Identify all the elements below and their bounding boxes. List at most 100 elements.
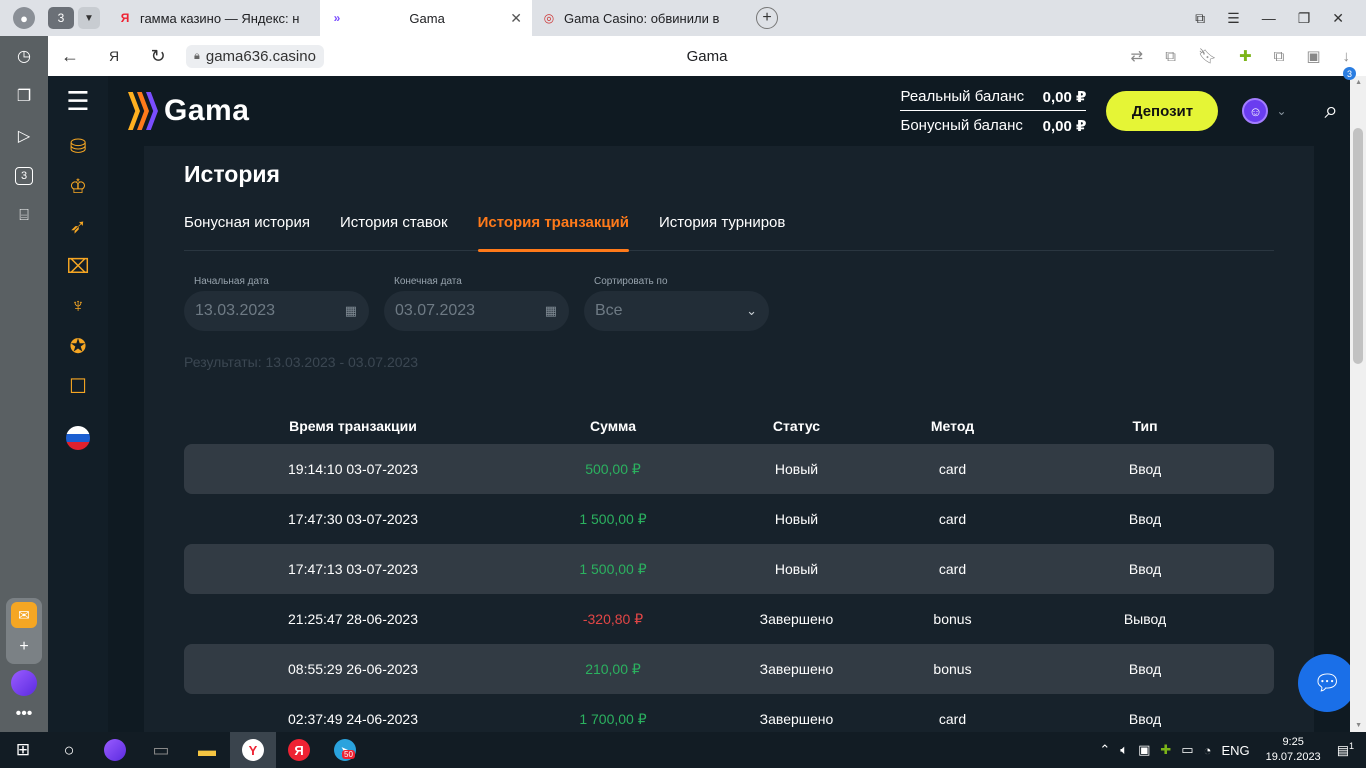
scroll-up-icon[interactable]: ▲: [1355, 79, 1362, 86]
table-row: 08:55:29 26-06-2023 210,00 ₽ Завершено b…: [184, 644, 1274, 694]
search-circle-icon[interactable]: ○: [46, 732, 92, 768]
tabs-count-icon[interactable]: 3: [0, 156, 48, 196]
history-panel: История Бонусная история История ставок …: [144, 146, 1314, 732]
deposit-button[interactable]: Депозит: [1106, 91, 1219, 131]
system-clock[interactable]: 9:25 19.07.2023: [1266, 735, 1321, 765]
gama-favicon-icon: »: [333, 11, 341, 25]
tab-title: гамма казино — Яндекс: н: [140, 10, 300, 26]
tab-tournament-history[interactable]: История турниров: [659, 201, 785, 251]
browser-tab-gama[interactable]: » Gama ✕: [320, 0, 532, 36]
browser-sidebar: ◷ ❐ ▷ 3 ⌸ ✉ + •••: [0, 36, 48, 732]
gift-icon[interactable]: ⌧: [48, 246, 108, 286]
back-arrow-icon[interactable]: ←: [48, 46, 92, 67]
trophy-icon[interactable]: ♆: [48, 286, 108, 326]
user-menu-button[interactable]: ☺ ⌄: [1242, 98, 1287, 124]
yandex-browser-taskbar-icon[interactable]: Y: [230, 732, 276, 768]
language-flag-icon[interactable]: [66, 426, 90, 450]
battery-icon[interactable]: ▭: [1181, 742, 1193, 758]
download-icon[interactable]: ↓: [1343, 48, 1351, 65]
rocket-icon[interactable]: ➶: [48, 206, 108, 246]
browser-tab-article[interactable]: ◎ Gama Casino: обвинили в: [532, 0, 744, 36]
column-header: Статус: [772, 418, 821, 434]
gama-logo[interactable]: Gama: [128, 92, 249, 130]
tab-group[interactable]: 3 ▼: [48, 7, 100, 29]
sort-select[interactable]: Все ⌄: [584, 291, 769, 331]
casino-chips-icon[interactable]: ⛁: [48, 126, 108, 166]
menu-burger-icon[interactable]: ☰: [48, 76, 108, 126]
tray-app-icon[interactable]: ✚: [1160, 742, 1171, 758]
user-profile-icon: ●: [13, 7, 35, 29]
table-row: 17:47:30 03-07-2023 1 500,00 ₽ Новый car…: [288, 510, 1162, 528]
page-title: История: [184, 161, 280, 187]
start-date-field[interactable]: 13.03.2023 ▦: [184, 291, 369, 331]
tab-bet-history[interactable]: История ставок: [340, 201, 448, 251]
bookmark-icon[interactable]: 🔖︎: [1198, 47, 1217, 65]
input-language[interactable]: ENG: [1221, 743, 1249, 758]
crown-icon[interactable]: ♔: [48, 166, 108, 206]
minimize-icon[interactable]: —: [1262, 10, 1276, 26]
chat-bot-icon[interactable]: ☐: [48, 366, 108, 406]
restore-icon[interactable]: ❐: [1298, 10, 1311, 27]
real-balance: Реальный баланс 0,00 ₽: [900, 86, 1087, 111]
close-window-icon[interactable]: ✕: [1332, 10, 1344, 27]
browser-tab-bar: ● 3 ▼ Я гамма казино — Яндекс: н » Gama …: [0, 0, 1366, 36]
search-icon[interactable]: ⌕: [1325, 97, 1338, 125]
browser-tab-search[interactable]: Я гамма казино — Яндекс: н: [108, 0, 320, 36]
tab-bonus-history[interactable]: Бонусная история: [184, 201, 310, 251]
url-text: gama636.casino: [205, 47, 316, 65]
calendar-icon: ▦: [344, 303, 357, 318]
yandex-home-icon[interactable]: Я: [92, 48, 136, 64]
telegram-taskbar-icon[interactable]: ➤ 50: [322, 732, 368, 768]
yandex-taskbar-icon[interactable]: Я: [276, 732, 322, 768]
bookmarks-panel-icon[interactable]: ⧉: [1195, 10, 1205, 27]
wifi-icon[interactable]: ◔: [1204, 743, 1212, 758]
scroll-down-icon[interactable]: ▼: [1355, 722, 1362, 729]
file-explorer-icon[interactable]: ▬: [184, 732, 230, 768]
page-scrollbar[interactable]: ▲ ▼: [1350, 76, 1366, 732]
more-icon[interactable]: •••: [0, 702, 48, 726]
award-icon[interactable]: ✪: [48, 326, 108, 366]
tray-chevron-up-icon[interactable]: ⌃: [1099, 742, 1110, 758]
site-sidebar: ☰ ⛁ ♔ ➶ ⌧ ♆ ✪ ☐: [48, 76, 108, 732]
alice-assistant-icon[interactable]: [11, 670, 37, 696]
end-date-field[interactable]: 03.07.2023 ▦: [384, 291, 569, 331]
logo-chevrons-icon: [128, 92, 160, 130]
camera-icon[interactable]: ⌸: [0, 196, 48, 236]
extension-icon[interactable]: ✚: [1239, 47, 1252, 65]
tab-count-badge[interactable]: 3: [48, 7, 74, 29]
chevron-down-icon: ⌄: [1276, 104, 1287, 118]
webcam-icon[interactable]: ▣: [1138, 742, 1150, 758]
new-tab-button[interactable]: +: [756, 7, 778, 29]
menu-icon[interactable]: ☰: [1227, 10, 1240, 27]
scroll-thumb[interactable]: [1353, 128, 1363, 364]
filters: Начальная дата 13.03.2023 ▦ Конечная дат…: [184, 276, 769, 331]
windows-start-icon[interactable]: ⊞: [0, 732, 46, 768]
reader-mode-icon[interactable]: ⧉: [1165, 48, 1176, 65]
add-icon[interactable]: +: [0, 634, 48, 660]
column-header: Тип: [1132, 418, 1158, 434]
play-icon[interactable]: ▷: [0, 116, 48, 156]
task-view-icon[interactable]: ▭: [138, 732, 184, 768]
collections-icon[interactable]: ⧉: [1274, 48, 1285, 65]
collections-icon[interactable]: ❐: [0, 76, 48, 116]
close-icon[interactable]: ✕: [510, 10, 522, 27]
support-chat-button[interactable]: 💬︎: [1298, 654, 1356, 712]
alice-taskbar-icon[interactable]: [92, 732, 138, 768]
profile-button[interactable]: ●: [0, 0, 48, 36]
calendar-icon: ▦: [544, 303, 557, 318]
table-row: 21:25:47 28-06-2023 -320,80 ₽ Завершено …: [288, 610, 1167, 628]
notifications-icon[interactable]: ▤1: [1337, 741, 1354, 758]
reload-icon[interactable]: ↻: [136, 46, 180, 67]
history-clock-icon[interactable]: ◷: [0, 36, 48, 76]
yandex-icon: Я: [120, 11, 130, 25]
tab-transaction-history[interactable]: История транзакций: [477, 201, 630, 252]
chat-bubble-icon: 💬︎: [1313, 670, 1341, 695]
translate-icon[interactable]: ⇄: [1131, 47, 1144, 65]
screenshot-icon[interactable]: ▣: [1306, 47, 1320, 65]
end-date-label: Конечная дата: [394, 276, 462, 287]
url-field[interactable]: 🔒︎ gama636.casino: [186, 44, 324, 68]
mail-icon[interactable]: ✉: [11, 602, 37, 628]
chevron-down-icon[interactable]: ▼: [78, 7, 100, 29]
volume-icon[interactable]: 🔈︎: [1120, 742, 1128, 758]
transactions-table: Время транзакции Сумма Статус Метод Тип …: [184, 408, 1274, 732]
